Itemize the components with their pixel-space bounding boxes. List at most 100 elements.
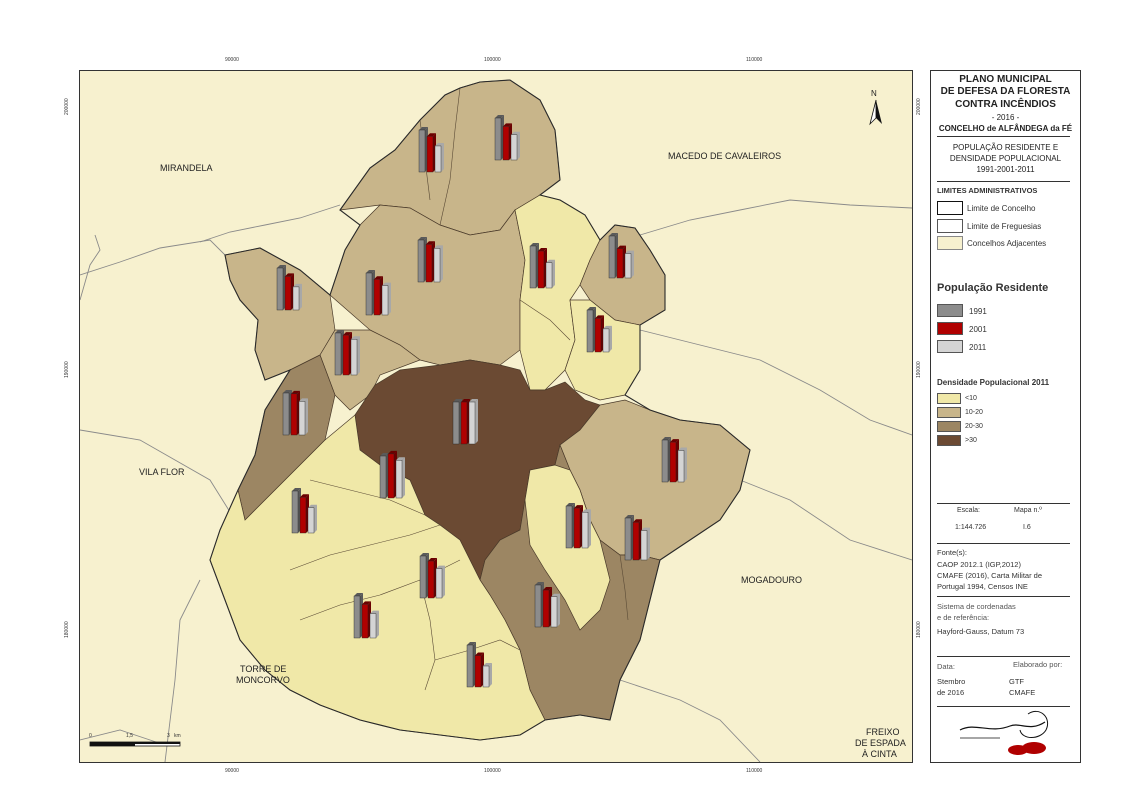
bar-1991 [418, 129, 426, 173]
bar-2011 [350, 339, 358, 376]
bar-2001 [502, 126, 510, 161]
title-line-3: CONTRA INCÊNDIOS [955, 99, 1056, 110]
swatch-adjacent [937, 236, 963, 250]
density-label: <10 [965, 395, 977, 402]
title-line-1: PLANO MUNICIPAL [959, 74, 1052, 85]
title-municipality: CONCELHO de ALFÂNDEGA da FÉ [938, 124, 1073, 133]
date-value: Stembro [937, 677, 966, 686]
divider [937, 543, 1070, 544]
bar-2011 [468, 401, 476, 445]
bar-1991 [452, 401, 460, 445]
north-label: N [871, 89, 877, 98]
bar-2011 [395, 460, 403, 499]
swatch-municipality-limit [937, 201, 963, 215]
bar-2001 [594, 318, 602, 353]
swatch-density-gt30 [937, 435, 961, 446]
adjacent-boundary [739, 479, 912, 561]
bar-side [588, 509, 591, 548]
x-tick-top: 90000 [225, 57, 239, 63]
x-tick-top: 110000 [746, 57, 763, 63]
bar-1991 [365, 272, 373, 316]
bar-1991 [276, 267, 284, 311]
bar-1991 [334, 332, 342, 376]
neighbor-freixo-1: FREIXO [866, 727, 900, 737]
scale-value: 1:144.726 [955, 524, 987, 531]
bar-2011 [581, 512, 589, 549]
author-value: CMAFE [1009, 688, 1036, 697]
parish-population-bars [452, 399, 478, 445]
bar-side [475, 399, 478, 444]
bar-side [552, 259, 555, 288]
title-line-2: DE DEFESA DA FLORESTA [940, 86, 1071, 97]
bar-1991 [466, 644, 474, 688]
bar-side [609, 325, 612, 352]
neighbor-torre-2: MONCORVO [236, 675, 290, 685]
bar-2011 [482, 665, 490, 688]
bar-1991 [565, 505, 573, 549]
bar-side [557, 593, 560, 627]
north-arrow-icon [869, 99, 882, 126]
bar-2001 [537, 250, 545, 289]
bar-1991 [529, 245, 537, 289]
bar-2001 [573, 507, 581, 549]
scalebar-label: km [174, 733, 181, 739]
divider [937, 181, 1070, 182]
bar-side [517, 131, 520, 160]
sources-line: Portugal 1994, Censos INE [937, 582, 1028, 591]
bar-2001 [373, 279, 381, 316]
bar-1991 [291, 490, 299, 534]
scalebar-label: 1,5 [126, 733, 133, 739]
population-label: 2011 [969, 343, 987, 352]
map-number-value: I.6 [1023, 524, 1031, 531]
author-label: Elaborado por: [1013, 660, 1063, 669]
sources-line: CMAFE (2016), Carta Militar de [937, 571, 1043, 580]
parish-population-bars [565, 503, 591, 549]
bar-side [376, 610, 379, 638]
scalebar-label: 3 [167, 733, 170, 739]
neighbor-mirandela: MIRANDELA [160, 163, 213, 173]
subtitle-line-2: DENSIDADE POPULACIONAL [949, 154, 1062, 163]
bar-2001 [299, 497, 307, 534]
bar-2001 [290, 393, 298, 436]
bar-2011 [434, 145, 442, 173]
bar-2001 [426, 136, 434, 173]
bar-side [489, 663, 492, 687]
adjacent-boundary [199, 204, 341, 243]
x-tick-bottom: 110000 [746, 768, 763, 774]
parish-population-bars [379, 450, 405, 499]
neighbor-freixo-3: À CINTA [862, 749, 897, 759]
sources-line: CAOP 2012.1 (IGP,2012) [937, 560, 1021, 569]
adjacent-boundary [164, 579, 201, 762]
bar-side [440, 245, 443, 282]
sources-label: Fonte(s): [937, 548, 968, 557]
divider [937, 596, 1070, 597]
bar-side [402, 457, 405, 498]
bar-1991 [624, 517, 632, 561]
bar-2011 [435, 568, 443, 599]
bar-side [684, 447, 687, 482]
bar-2001 [542, 589, 550, 628]
bar-1991 [608, 235, 616, 279]
bar-2001 [425, 243, 433, 283]
bar-side [631, 250, 634, 278]
swatch-density-lt10 [937, 393, 961, 404]
neighbor-macedo: MACEDO DE CAVALEIROS [668, 151, 782, 161]
bar-2001 [361, 604, 369, 639]
adjacent-boundary [80, 234, 101, 301]
y-tick-left: 180000 [64, 621, 70, 638]
y-tick-right: 200000 [916, 98, 922, 115]
bar-2011 [307, 507, 315, 534]
crs-value: Hayford-Gauss, Datum 73 [937, 627, 1025, 636]
bar-1991 [417, 239, 425, 283]
density-heading: Densidade Populacional 2011 [937, 378, 1050, 387]
population-heading: População Residente [937, 282, 1049, 294]
swatch-parish-limit [937, 219, 963, 233]
scale-bar [89, 741, 181, 747]
bar-1991 [379, 455, 387, 499]
density-label: 10-20 [965, 409, 983, 416]
limits-item: Limite de Freguesias [967, 222, 1042, 231]
bar-side [357, 336, 360, 375]
bar-2011 [510, 134, 518, 161]
bar-side [305, 398, 308, 435]
bar-2011 [381, 285, 389, 316]
